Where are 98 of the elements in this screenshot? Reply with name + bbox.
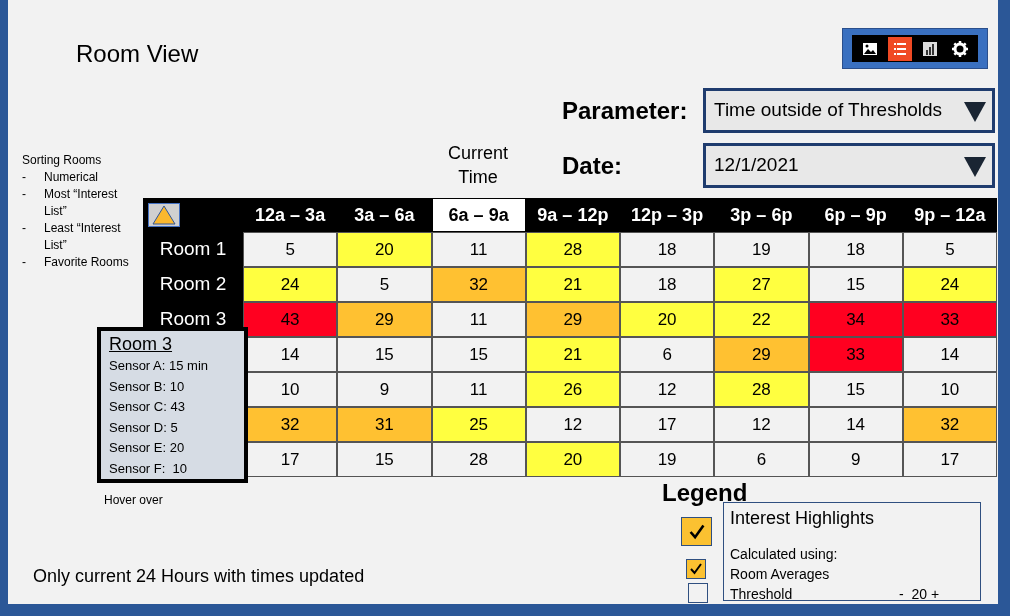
sort-option[interactable]: Favorite Rooms xyxy=(44,254,140,271)
check-icon xyxy=(689,562,703,576)
table-cell: 20 xyxy=(525,442,620,477)
caret-icon xyxy=(964,99,986,122)
parameter-label: Parameter: xyxy=(562,95,689,126)
tooltip-title: Room 3 xyxy=(109,333,174,356)
table-cell: 10 xyxy=(902,372,997,407)
table-cell: 11 xyxy=(431,372,526,407)
bullet: - xyxy=(22,220,27,237)
table-cell: 15 xyxy=(808,372,903,407)
threshold-label: Threshold xyxy=(730,585,794,604)
table-cell: 5 xyxy=(902,232,997,267)
table-cell: 26 xyxy=(525,372,620,407)
table-cell: 28 xyxy=(431,442,526,477)
sort-option[interactable]: Least “Interest List” xyxy=(44,220,140,254)
table-cell: 19 xyxy=(620,442,715,477)
check-icon xyxy=(687,522,706,541)
bullet: - xyxy=(22,186,27,203)
caret-icon xyxy=(964,154,986,177)
table-cell: 29 xyxy=(337,302,432,337)
table-cell: 21 xyxy=(525,267,620,302)
table-cell: 15 xyxy=(337,442,432,477)
table-cell: 43 xyxy=(243,302,338,337)
popup-text: Calculated using: xyxy=(730,545,839,564)
sensor-reading: Sensor C: 43 xyxy=(109,398,186,416)
popup-text: Room Averages xyxy=(730,565,831,584)
row-label: Room 1 xyxy=(159,237,227,262)
table-cell: 9 xyxy=(337,372,432,407)
date-label: Date: xyxy=(562,150,623,181)
legend-title: Legend xyxy=(662,478,749,505)
table-cell: 6 xyxy=(714,442,809,477)
toolbar-button[interactable] xyxy=(888,36,912,61)
checkbox[interactable] xyxy=(681,517,712,546)
current-time-label: Current Time xyxy=(447,142,509,189)
sensor-reading: Sensor A: 15 min xyxy=(109,357,209,375)
table-cell: 33 xyxy=(902,302,997,337)
table-cell: 19 xyxy=(714,232,809,267)
bullet: - xyxy=(22,169,27,186)
sensor-reading: Sensor F: 10 xyxy=(109,459,189,478)
sorting-title: Sorting Rooms xyxy=(22,152,103,169)
table-cell: 28 xyxy=(714,372,809,407)
bullet: - xyxy=(22,254,27,271)
threshold-value: - 20 + xyxy=(899,585,940,604)
table-cell: 17 xyxy=(620,407,715,442)
table-cell: 5 xyxy=(337,267,432,302)
sensor-reading: Sensor B: 10 xyxy=(109,377,186,396)
page-title: Room View xyxy=(76,42,199,66)
dropdown[interactable]: Time outside of Thresholds xyxy=(703,88,995,133)
row-label: Room 3 xyxy=(159,307,227,332)
table-cell: 27 xyxy=(714,267,809,302)
table-cell: 29 xyxy=(714,337,809,372)
hover-note: Hover over xyxy=(104,492,163,509)
table-cell: 22 xyxy=(714,302,809,337)
triangle-icon xyxy=(152,205,176,225)
table-cell: 24 xyxy=(243,267,338,302)
table-cell: 20 xyxy=(620,302,715,337)
footer-note: Only current 24 Hours with times updated xyxy=(33,565,366,588)
sensor-reading: Sensor E: 20 xyxy=(109,439,186,457)
dropdown[interactable]: 12/1/2021 xyxy=(703,143,995,188)
table-cell: 31 xyxy=(337,407,432,442)
table-cell: 14 xyxy=(808,407,903,442)
table-cell: 18 xyxy=(808,232,903,267)
table-cell: 12 xyxy=(525,407,620,442)
checkbox[interactable] xyxy=(686,559,706,579)
table-cell: 15 xyxy=(337,337,432,372)
table-cell: 28 xyxy=(525,232,620,267)
table-cell: 24 xyxy=(902,267,997,302)
table-cell: 5 xyxy=(243,232,338,267)
table-cell: 12 xyxy=(620,372,715,407)
table-cell: 34 xyxy=(808,302,903,337)
table-cell: 20 xyxy=(337,232,432,267)
table-cell: 15 xyxy=(431,337,526,372)
table-cell: 14 xyxy=(902,337,997,372)
table-cell: 12 xyxy=(714,407,809,442)
sort-button[interactable] xyxy=(148,203,180,227)
table-cell: 6 xyxy=(620,337,715,372)
sort-option[interactable]: Numerical xyxy=(44,169,140,186)
sort-option[interactable]: Most “Interest List” xyxy=(44,186,140,220)
popup-title: Interest Highlights xyxy=(730,507,876,529)
table-cell: 29 xyxy=(525,302,620,337)
table-cell: 11 xyxy=(431,232,526,267)
settings-icon xyxy=(951,39,969,58)
checkbox[interactable] xyxy=(688,583,708,603)
table-cell: 11 xyxy=(431,302,526,337)
table-cell: 18 xyxy=(620,267,715,302)
table-cell: 32 xyxy=(902,407,997,442)
table-cell: 33 xyxy=(808,337,903,372)
row-label: Room 2 xyxy=(159,272,227,297)
table-cell: 25 xyxy=(431,407,526,442)
table-cell: 32 xyxy=(431,267,526,302)
table-cell: 15 xyxy=(808,267,903,302)
sensor-reading: Sensor D: 5 xyxy=(109,418,179,437)
chart-icon xyxy=(921,39,939,58)
column-header: 6a – 9a xyxy=(431,198,526,232)
table-cell: 9 xyxy=(808,442,903,477)
table-cell: 21 xyxy=(525,337,620,372)
table-cell: 18 xyxy=(620,232,715,267)
table-cell: 17 xyxy=(902,442,997,477)
